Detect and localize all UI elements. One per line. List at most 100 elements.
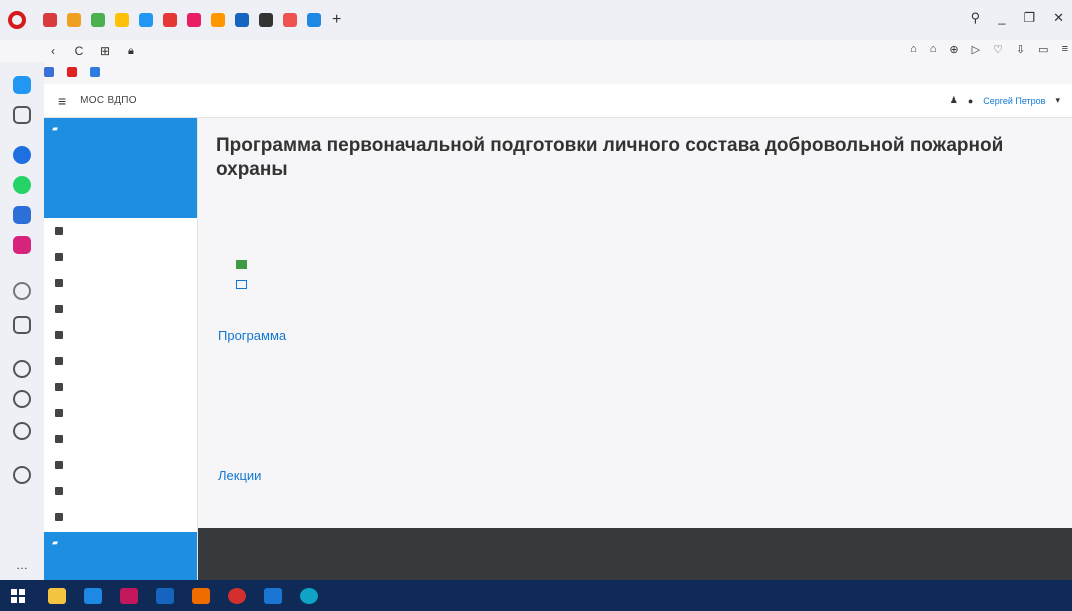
- bookmarks-bar: [44, 62, 1072, 82]
- file-explorer-icon[interactable]: [48, 587, 66, 604]
- opera-logo-icon[interactable]: [8, 11, 26, 29]
- taskbar-app-icon[interactable]: [84, 587, 102, 604]
- tab-favicon[interactable]: [211, 13, 225, 27]
- whatsapp-icon[interactable]: [13, 176, 31, 194]
- drawer-item-my-courses[interactable]: [44, 504, 197, 530]
- tab-favicon[interactable]: [259, 13, 273, 27]
- page-footer: [198, 528, 1072, 580]
- toolbar-icon[interactable]: ⌂: [930, 43, 937, 56]
- chat-icon[interactable]: ●: [968, 96, 973, 106]
- drawer-item-next-course[interactable]: ▰: [44, 532, 197, 580]
- chevron-down-icon[interactable]: ▾: [1055, 95, 1060, 106]
- player-icon[interactable]: ▷: [972, 43, 980, 56]
- drawer-item-competencies[interactable]: [44, 270, 197, 296]
- extensions-icon[interactable]: [13, 422, 31, 440]
- section-title[interactable]: Программа: [218, 328, 286, 343]
- bookmark[interactable]: [44, 67, 57, 77]
- resource-list-link[interactable]: [236, 280, 251, 289]
- download-icon[interactable]: ⇩: [1016, 43, 1025, 56]
- opera-workspace-icon[interactable]: [13, 76, 31, 94]
- location-icon[interactable]: [13, 466, 31, 484]
- heart-icon[interactable]: ♡: [993, 43, 1003, 56]
- messenger-icon[interactable]: [13, 146, 31, 164]
- hamburger-menu-icon[interactable]: ≡: [58, 93, 66, 109]
- reload-button[interactable]: C: [70, 44, 88, 58]
- drawer-item-grades[interactable]: [44, 296, 197, 322]
- yandex-icon: [67, 67, 77, 77]
- windows-start-icon[interactable]: [11, 588, 25, 603]
- opera-sidebar: …: [0, 62, 44, 580]
- folder-icon: [55, 331, 63, 339]
- opera-icon[interactable]: [228, 587, 246, 604]
- address-bar-actions: ⌂ ⌂ ⊕ ▷ ♡ ⇩ ▭ ≡: [910, 43, 1068, 56]
- home-icon: [55, 435, 63, 443]
- course-content: Программа первоначальной подготовки личн…: [198, 118, 1072, 528]
- more-icon[interactable]: …: [13, 558, 31, 576]
- back-button[interactable]: ‹: [44, 44, 62, 58]
- close-button[interactable]: ✕: [1053, 10, 1064, 26]
- drawer-item-home[interactable]: [44, 426, 197, 452]
- drawer-item-lectures[interactable]: [44, 374, 197, 400]
- bookmark[interactable]: [67, 67, 80, 77]
- nav-drawer: ▰ ▰: [44, 118, 198, 580]
- new-tab-button[interactable]: +: [332, 11, 341, 29]
- heart-icon[interactable]: [13, 360, 31, 378]
- browser-tab-strip: + ⚲ _ ❐ ✕: [0, 0, 1072, 40]
- taskbar-app-icon[interactable]: [120, 587, 138, 604]
- drawer-item-dashboard[interactable]: [44, 400, 197, 426]
- course-icon: ▰: [52, 538, 59, 547]
- drawer-item-program[interactable]: [44, 348, 197, 374]
- drawer-item-general[interactable]: [44, 322, 197, 348]
- tab-favicon[interactable]: [139, 13, 153, 27]
- tab-favicon[interactable]: [67, 13, 81, 27]
- address-bar-row: ‹ C ⊞ 🔒︎ ⌂ ⌂ ⊕ ▷ ♡ ⇩ ▭ ≡: [44, 40, 1072, 62]
- search-tabs-icon[interactable]: ⚲: [971, 10, 981, 26]
- drawer-item-participants[interactable]: [44, 218, 197, 244]
- dashboard-icon: [55, 409, 63, 417]
- vk-icon[interactable]: [13, 206, 31, 224]
- instagram-icon[interactable]: [13, 236, 31, 254]
- calendar-icon: [55, 461, 63, 469]
- drawer-item-badges[interactable]: [44, 244, 197, 270]
- vpn-icon[interactable]: ⊕: [949, 43, 958, 56]
- taskbar-app-icon[interactable]: [156, 587, 174, 604]
- mail-icon[interactable]: [264, 587, 282, 604]
- edge-icon[interactable]: [300, 587, 318, 604]
- bell-icon[interactable]: ♟: [950, 95, 958, 106]
- toolbar-icon[interactable]: ⌂: [910, 43, 917, 56]
- tab-favicon[interactable]: [283, 13, 297, 27]
- competency-icon: [55, 279, 63, 287]
- tabs-grid-icon[interactable]: ⊞: [96, 44, 114, 58]
- player-icon[interactable]: [13, 316, 31, 334]
- taskbar-app-icon[interactable]: [192, 587, 210, 604]
- resource-plan-link[interactable]: [236, 260, 251, 269]
- file-icon: [55, 487, 63, 495]
- history-icon[interactable]: [13, 390, 31, 408]
- ai-icon[interactable]: [13, 282, 31, 300]
- section-title[interactable]: Лекции: [218, 468, 261, 483]
- site-name[interactable]: MOC ВДПО: [80, 95, 137, 106]
- user-name[interactable]: Сергей Петров: [983, 96, 1045, 106]
- courses-icon: [55, 513, 63, 521]
- tab-favicon[interactable]: [163, 13, 177, 27]
- lock-icon[interactable]: 🔒︎: [128, 45, 134, 58]
- user-menu: ♟ ● Сергей Петров ▾: [950, 95, 1060, 106]
- badge-icon: [55, 253, 63, 261]
- battery-icon[interactable]: ▭: [1038, 43, 1048, 56]
- maximize-button[interactable]: ❐: [1023, 10, 1035, 26]
- home-icon[interactable]: [13, 106, 31, 124]
- tab-favicon[interactable]: [307, 13, 321, 27]
- bookmark[interactable]: [90, 67, 103, 77]
- folder-icon: [55, 383, 63, 391]
- tab-favicon[interactable]: [187, 13, 201, 27]
- drawer-item-current-course[interactable]: ▰: [44, 118, 197, 218]
- plan-icon: [236, 260, 247, 269]
- minimize-button[interactable]: _: [998, 10, 1005, 26]
- tab-favicon[interactable]: [115, 13, 129, 27]
- tab-favicon[interactable]: [91, 13, 105, 27]
- menu-icon[interactable]: ≡: [1062, 43, 1068, 56]
- tab-favicon[interactable]: [235, 13, 249, 27]
- drawer-item-private-files[interactable]: [44, 478, 197, 504]
- tab-favicon[interactable]: [43, 13, 57, 27]
- drawer-item-calendar[interactable]: [44, 452, 197, 478]
